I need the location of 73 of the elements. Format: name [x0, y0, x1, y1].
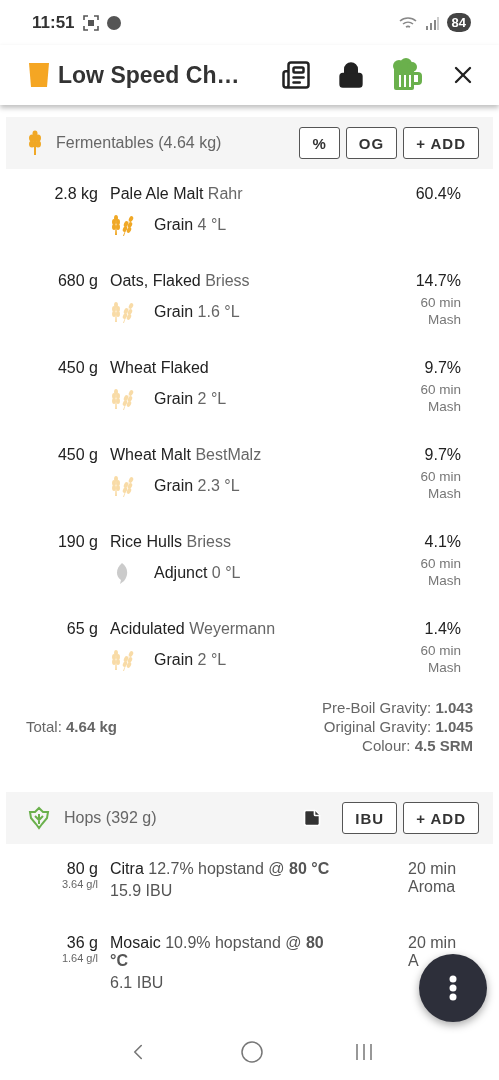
step-time: 60 min	[420, 642, 461, 659]
screenshot-icon	[82, 14, 99, 31]
percentage: 14.7%	[415, 272, 461, 290]
step-time: 60 min	[420, 294, 461, 311]
wheat-icon	[28, 130, 42, 156]
beer-mug-icon[interactable]	[391, 58, 423, 92]
amount: 450 g	[56, 445, 98, 465]
amount: 36 g	[66, 934, 98, 952]
fermentable-name[interactable]: Wheat Flaked	[110, 359, 409, 377]
add-button[interactable]: + ADD	[403, 127, 479, 159]
wifi-icon	[398, 14, 417, 31]
hop-time: 20 min	[408, 860, 457, 878]
fermentable-name[interactable]: Acidulated Weyermann	[110, 620, 409, 638]
percentage: 60.4%	[415, 185, 461, 203]
fermentable-type: Grain 4 °L	[154, 216, 227, 234]
hop-ibu: 6.1 IBU	[110, 974, 165, 992]
more-button[interactable]	[419, 954, 487, 1022]
hop-addition[interactable]: Mosaic 10.9% hopstand @ 80 °C	[110, 934, 340, 970]
toggle-button[interactable]: IBU	[342, 802, 398, 834]
hop-ibu: 15.9 IBU	[110, 882, 174, 900]
gravity-stat: Pre-Boil Gravity: 1.043	[322, 699, 473, 716]
amount: 190 g	[56, 532, 98, 552]
amount: 80 g	[66, 860, 98, 878]
app-notification-icon	[106, 15, 121, 30]
gravity-stat: Original Gravity: 1.045	[323, 718, 473, 735]
newspaper-icon[interactable]	[281, 60, 311, 90]
step-use: Mash	[428, 311, 461, 328]
percentage: 4.1%	[424, 533, 461, 551]
hop-addition[interactable]: Citra 12.7% hopstand @ 80 °C	[110, 860, 340, 878]
notes-icon[interactable]	[302, 808, 323, 828]
hop-rate: 3.64 g/l	[61, 878, 98, 890]
add-button[interactable]: + ADD	[403, 802, 479, 834]
gravity-stat: Colour: 4.5 SRM	[362, 737, 473, 754]
fermentable-name[interactable]: Pale Ale Malt Rahr	[110, 185, 404, 203]
amount: 65 g	[65, 619, 98, 639]
step-use: Mash	[428, 659, 461, 676]
hop-rate: 1.64 g/l	[61, 952, 98, 964]
beer-glass-icon	[28, 62, 50, 88]
percentage: 9.7%	[424, 359, 461, 377]
amount: 680 g	[56, 271, 98, 291]
fermentable-name[interactable]: Rice Hulls Briess	[110, 533, 409, 551]
fermentable-name[interactable]: Wheat Malt BestMalz	[110, 446, 409, 464]
signal-icon	[424, 15, 439, 30]
fermentable-type: Grain 2 °L	[154, 390, 227, 408]
step-use: Mash	[428, 398, 461, 415]
percentage: 9.7%	[424, 446, 461, 464]
step-time: 60 min	[420, 555, 461, 572]
hop-use: Aroma	[408, 878, 456, 896]
step-time: 60 min	[420, 468, 461, 485]
home-icon[interactable]	[240, 1040, 265, 1064]
hop-time: 20 min	[408, 934, 457, 952]
step-time: 60 min	[420, 381, 461, 398]
amount: 2.8 kg	[53, 184, 98, 204]
toggle-button[interactable]: %	[299, 127, 340, 159]
recents-icon[interactable]	[354, 1042, 375, 1062]
total-weight: Total: 4.64 kg	[26, 718, 117, 735]
more-icon	[449, 975, 457, 1001]
percentage: 1.4%	[424, 620, 461, 638]
fermentable-type: Grain 2.3 °L	[154, 477, 240, 495]
toggle-button[interactable]: OG	[345, 127, 398, 159]
section-title: Hops (392 g)	[64, 809, 158, 827]
battery-level: 84	[446, 13, 471, 32]
recipe-title: Low Speed Ch…	[58, 61, 241, 89]
fermentable-name[interactable]: Oats, Flaked Briess	[110, 272, 404, 290]
fermentable-type: Adjunct 0 °L	[154, 564, 241, 582]
fermentable-type: Grain 2 °L	[154, 651, 227, 669]
fermentable-type: Grain 1.6 °L	[154, 303, 240, 321]
status-time: 11:51	[32, 12, 75, 33]
step-use: Mash	[428, 485, 461, 502]
section-title: Fermentables (4.64 kg)	[56, 134, 223, 152]
hop-use: A	[408, 952, 419, 970]
amount: 450 g	[56, 358, 98, 378]
step-use: Mash	[428, 572, 461, 589]
